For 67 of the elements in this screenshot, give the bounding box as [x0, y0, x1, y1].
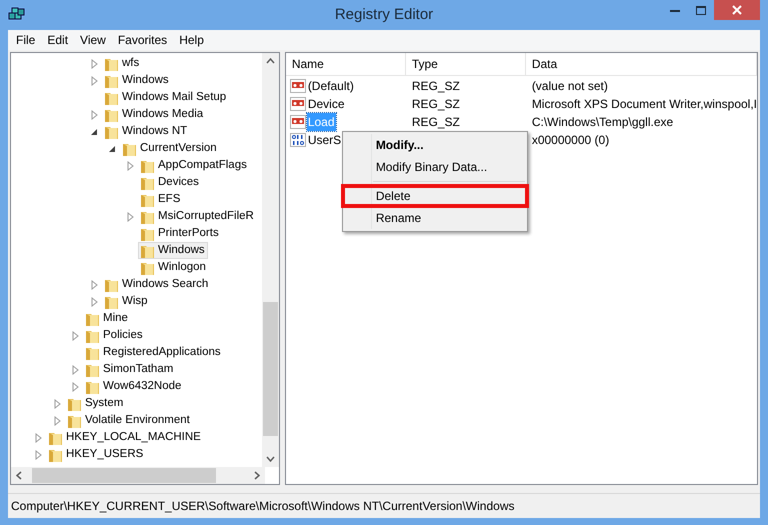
tree-item[interactable]: MsiCorruptedFileR [124, 208, 257, 225]
value-data: C:\Windows\Temp\ggll.exe [532, 115, 674, 129]
scroll-right-icon[interactable] [254, 471, 260, 480]
tree-item[interactable]: HKEY_USERS [32, 446, 146, 463]
tree-item[interactable]: PrinterPorts [124, 225, 222, 242]
value-name[interactable]: (Default) [306, 77, 355, 95]
tree-item[interactable]: SimonTatham [69, 361, 176, 378]
value-type: REG_SZ [412, 115, 460, 129]
string-value-icon [290, 79, 306, 93]
status-text: Computer\HKEY_CURRENT_USER\Software\Microsoft\Windows NT\CurrentVersion\Windows [11, 498, 514, 515]
column-header[interactable]: Type [406, 53, 526, 75]
expand-arrow-icon[interactable] [126, 160, 134, 170]
menu-item[interactable]: File [10, 31, 42, 49]
tree-item[interactable]: Policies [69, 327, 146, 344]
tree-item[interactable]: Wow6432Node [69, 378, 184, 395]
tree-item[interactable]: Windows NT [88, 123, 190, 140]
value-type: REG_SZ [412, 79, 460, 93]
menu-item[interactable]: Help [173, 31, 210, 49]
expand-arrow-icon[interactable] [126, 212, 134, 222]
binary-value-icon [290, 133, 306, 147]
value-data: x00000000 (0) [532, 133, 610, 147]
maximize-icon [696, 6, 706, 14]
scrollbar-thumb[interactable] [262, 302, 278, 436]
minimize-icon [670, 8, 680, 12]
tree-item[interactable]: System [51, 395, 126, 412]
column-header[interactable]: Data [526, 53, 757, 75]
tree-item[interactable]: Mine [69, 310, 131, 327]
expand-arrow-icon[interactable] [90, 110, 98, 120]
vertical-scrollbar[interactable] [262, 53, 279, 467]
tree-item[interactable]: wfs [88, 55, 142, 72]
tree-item[interactable]: CurrentVersion [106, 140, 220, 157]
menu-item[interactable]: Modify... [342, 134, 527, 156]
string-value-icon [290, 115, 306, 129]
tree-item[interactable]: Windows Search [88, 276, 212, 293]
scroll-up-icon[interactable] [266, 58, 275, 64]
string-value-icon [290, 97, 306, 111]
tree-item[interactable]: AppCompatFlags [124, 157, 250, 174]
expand-arrow-icon[interactable] [72, 330, 78, 340]
close-button[interactable] [714, 0, 760, 20]
menu-item[interactable]: Edit [41, 31, 74, 49]
horizontal-scrollbar[interactable] [11, 467, 265, 484]
tree-item[interactable]: EFS [124, 191, 184, 208]
tree-item[interactable]: Volatile Environment [51, 412, 193, 429]
menu-item[interactable]: Rename [342, 207, 527, 229]
scrollbar-thumb[interactable] [32, 468, 216, 483]
menu-item[interactable]: Delete [342, 185, 527, 207]
tree-item[interactable]: Windows Media [88, 106, 206, 123]
tree-item[interactable]: Wisp [88, 293, 151, 310]
menu-item[interactable]: View [74, 31, 112, 49]
value-data: (value not set) [532, 79, 608, 93]
column-header[interactable]: Name [286, 53, 406, 75]
menu-item[interactable]: Favorites [112, 31, 174, 49]
window-title: Registry Editor [334, 4, 434, 25]
scroll-left-icon[interactable] [16, 471, 22, 480]
value-name[interactable]: UserS [306, 131, 342, 149]
value-type: REG_SZ [412, 97, 460, 111]
value-data: Microsoft XPS Document Writer,winspool,I [532, 97, 757, 111]
close-icon [732, 5, 742, 15]
scroll-down-icon[interactable] [266, 456, 275, 462]
tree-item[interactable]: Devices [124, 174, 202, 191]
tree-item[interactable]: HKEY_LOCAL_MACHINE [32, 429, 204, 446]
value-name[interactable]: Device [306, 95, 346, 113]
menu-item[interactable]: Modify Binary Data... [342, 156, 527, 178]
tree-item[interactable]: RegisteredApplications [69, 344, 224, 361]
tree-item[interactable]: Windows [88, 72, 172, 89]
tree-item[interactable]: Windows Mail Setup [88, 89, 230, 106]
tree-item[interactable]: Winlogon [124, 259, 209, 276]
